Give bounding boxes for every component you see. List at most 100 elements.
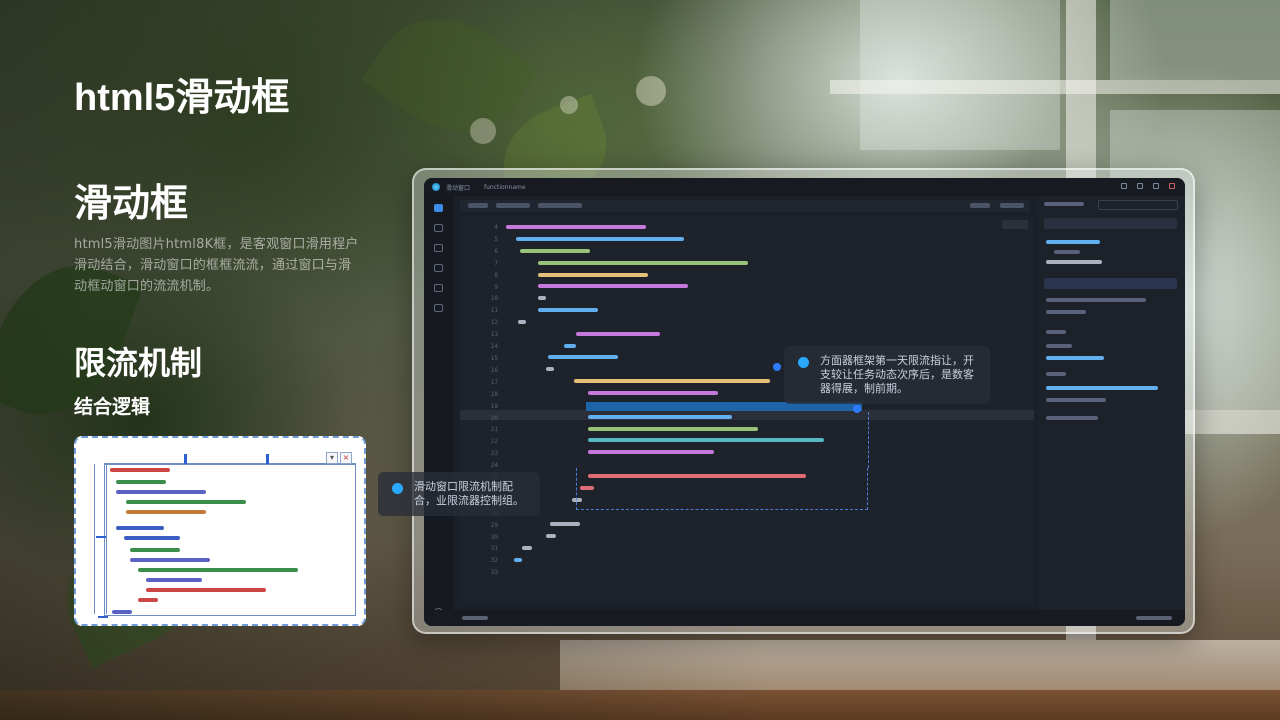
chevron-down-icon: ▾ xyxy=(326,452,338,464)
code-line xyxy=(130,558,210,562)
panel-item xyxy=(1046,344,1072,348)
annotation-marker xyxy=(773,363,781,371)
section-subheading: 结合逻辑 xyxy=(74,396,151,418)
code-line xyxy=(514,558,522,562)
section-description: html5滑动图片html8K框，是客观窗口滑用程户滑动结合，滑动窗口的框框流流… xyxy=(74,237,359,294)
code-line xyxy=(546,367,554,371)
code-line xyxy=(138,598,158,602)
restore-button[interactable] xyxy=(1153,183,1159,189)
callout-left: 滑动窗口限流机制配合，业限流器控制组。 xyxy=(378,472,540,516)
status-bar xyxy=(424,610,1185,626)
code-line xyxy=(550,522,580,526)
panel-section-header[interactable] xyxy=(1044,218,1177,229)
code-line xyxy=(116,490,206,494)
diagram-ruler xyxy=(104,454,356,464)
slider-track[interactable] xyxy=(1046,260,1102,264)
extensions-icon[interactable] xyxy=(434,284,443,292)
status-item xyxy=(1136,616,1172,620)
close-icon: × xyxy=(340,452,352,464)
code-line xyxy=(506,225,646,229)
code-line xyxy=(538,284,688,288)
file-name: functionname xyxy=(484,183,526,191)
info-dot-icon xyxy=(392,483,403,494)
panel-title xyxy=(1044,202,1084,206)
code-line xyxy=(538,261,748,265)
explorer-icon[interactable] xyxy=(434,204,443,212)
code-line xyxy=(522,546,532,550)
code-line xyxy=(110,468,170,472)
sliding-window-box xyxy=(576,468,868,510)
search-icon[interactable] xyxy=(434,224,443,232)
code-line xyxy=(588,415,732,419)
line-number-gutter: 45 67 89 10 11 12 13 14 15 16 17 18 19 20 21 2… xyxy=(490,224,498,577)
code-line xyxy=(126,500,246,504)
app-name: 滑动窗口 xyxy=(446,184,471,192)
arrow-right-icon xyxy=(96,536,106,538)
minimize-button[interactable] xyxy=(1121,183,1127,189)
code-line xyxy=(138,568,298,572)
activity-bar xyxy=(424,196,454,626)
page-title: html5滑动框 xyxy=(74,77,290,119)
code-line xyxy=(146,588,266,592)
dropdown-button[interactable] xyxy=(1002,220,1028,229)
code-line xyxy=(516,237,684,241)
code-line xyxy=(588,438,824,442)
status-item xyxy=(462,616,488,620)
arrow-right-icon xyxy=(98,616,108,618)
code-line xyxy=(112,610,132,614)
code-line xyxy=(124,536,180,540)
callout-right-text: 方面器框架第一天限流指让，开支较让任务动态次序后，是数客器得展，制前期。 xyxy=(820,354,974,395)
editor-tabs xyxy=(460,200,1030,212)
code-line xyxy=(574,379,770,383)
tab-label[interactable] xyxy=(496,203,530,208)
code-line xyxy=(548,355,618,359)
source-control-icon[interactable] xyxy=(434,244,443,252)
tab-action[interactable] xyxy=(970,203,990,208)
code-line xyxy=(116,526,164,530)
panel-search-input[interactable] xyxy=(1098,200,1178,210)
panel-item xyxy=(1046,386,1158,390)
code-line xyxy=(538,296,546,300)
code-line xyxy=(146,578,202,582)
side-panel xyxy=(1038,196,1185,610)
panel-item xyxy=(1046,416,1098,420)
code-line xyxy=(520,249,590,253)
panel-item xyxy=(1046,356,1104,360)
code-line xyxy=(588,427,758,431)
code-line xyxy=(538,273,648,277)
tab-label[interactable] xyxy=(538,203,582,208)
code-line xyxy=(588,450,714,454)
window-end-marker xyxy=(266,454,269,464)
annotation-marker xyxy=(853,405,861,413)
diagram-guide-line xyxy=(106,464,107,614)
code-line xyxy=(546,534,556,538)
diagram-guide-line xyxy=(94,464,95,614)
run-icon[interactable] xyxy=(434,264,443,272)
panel-item xyxy=(1046,372,1066,376)
code-line xyxy=(130,548,180,552)
settings-icon[interactable] xyxy=(434,304,443,312)
selection-start xyxy=(586,402,676,411)
code-line xyxy=(588,391,718,395)
callout-left-text: 滑动窗口限流机制配合，业限流器控制组。 xyxy=(414,480,524,507)
code-line xyxy=(116,480,166,484)
window-start-marker xyxy=(184,454,187,464)
callout-right: 方面器框架第一天限流指让，开支较让任务动态次序后，是数客器得展，制前期。 xyxy=(784,346,990,404)
diagram-canvas: ▾ × xyxy=(90,450,356,618)
maximize-button[interactable] xyxy=(1137,183,1143,189)
code-editor[interactable]: 45 67 89 10 11 12 13 14 15 16 17 18 19 20 21 2… xyxy=(460,216,1034,602)
info-dot-icon xyxy=(798,357,809,368)
section-heading-limit: 限流机制 xyxy=(74,344,203,382)
code-line xyxy=(564,344,576,348)
close-button[interactable] xyxy=(1169,183,1175,189)
code-line xyxy=(126,510,206,514)
code-line xyxy=(576,332,660,336)
code-diagram-card: ▾ × xyxy=(74,436,366,626)
panel-item xyxy=(1046,240,1100,244)
tab-action[interactable] xyxy=(1000,203,1024,208)
tab-label[interactable] xyxy=(468,203,488,208)
panel-item xyxy=(1046,330,1066,334)
panel-selected-row[interactable] xyxy=(1044,278,1177,289)
panel-item xyxy=(1046,298,1146,302)
code-line xyxy=(518,320,526,324)
